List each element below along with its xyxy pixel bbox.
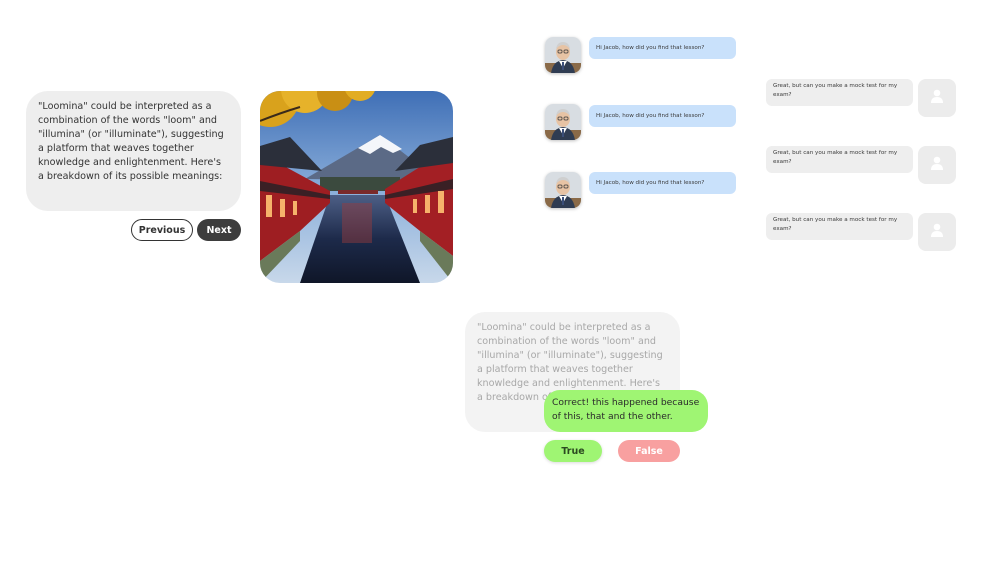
teacher-message: Hi Jacob, how did you find that lesson? — [589, 37, 736, 59]
teacher-message-text: Hi Jacob, how did you find that lesson? — [596, 180, 705, 186]
intro-text-card: "Loomina" could be interpreted as a comb… — [26, 91, 241, 211]
student-message: Great, but can you make a mock test for … — [766, 79, 913, 106]
user-icon — [929, 222, 945, 242]
teacher-avatar — [545, 172, 581, 208]
teacher-message: Hi Jacob, how did you find that lesson? — [589, 172, 736, 194]
teacher-message: Hi Jacob, how did you find that lesson? — [589, 105, 736, 127]
teacher-avatar — [545, 104, 581, 140]
user-icon — [929, 155, 945, 175]
student-message-text: Great, but can you make a mock test for … — [773, 83, 898, 98]
teacher-message-text: Hi Jacob, how did you find that lesson? — [596, 113, 705, 119]
student-message-text: Great, but can you make a mock test for … — [773, 150, 898, 165]
previous-button[interactable]: Previous — [131, 219, 193, 241]
user-avatar — [918, 79, 956, 117]
feedback-text: Correct! this happened because of this, … — [552, 397, 700, 422]
scenic-image — [260, 91, 453, 283]
student-message: Great, but can you make a mock test for … — [766, 146, 913, 173]
user-avatar — [918, 213, 956, 251]
false-button[interactable]: False — [618, 440, 680, 462]
user-avatar — [918, 146, 956, 184]
student-message-text: Great, but can you make a mock test for … — [773, 217, 898, 232]
teacher-message-text: Hi Jacob, how did you find that lesson? — [596, 45, 705, 51]
feedback-bubble: Correct! this happened because of this, … — [544, 390, 708, 432]
intro-text: "Loomina" could be interpreted as a comb… — [38, 101, 224, 182]
true-button[interactable]: True — [544, 440, 602, 462]
user-icon — [929, 88, 945, 108]
student-message: Great, but can you make a mock test for … — [766, 213, 913, 240]
next-button[interactable]: Next — [197, 219, 241, 241]
teacher-avatar — [545, 37, 581, 73]
